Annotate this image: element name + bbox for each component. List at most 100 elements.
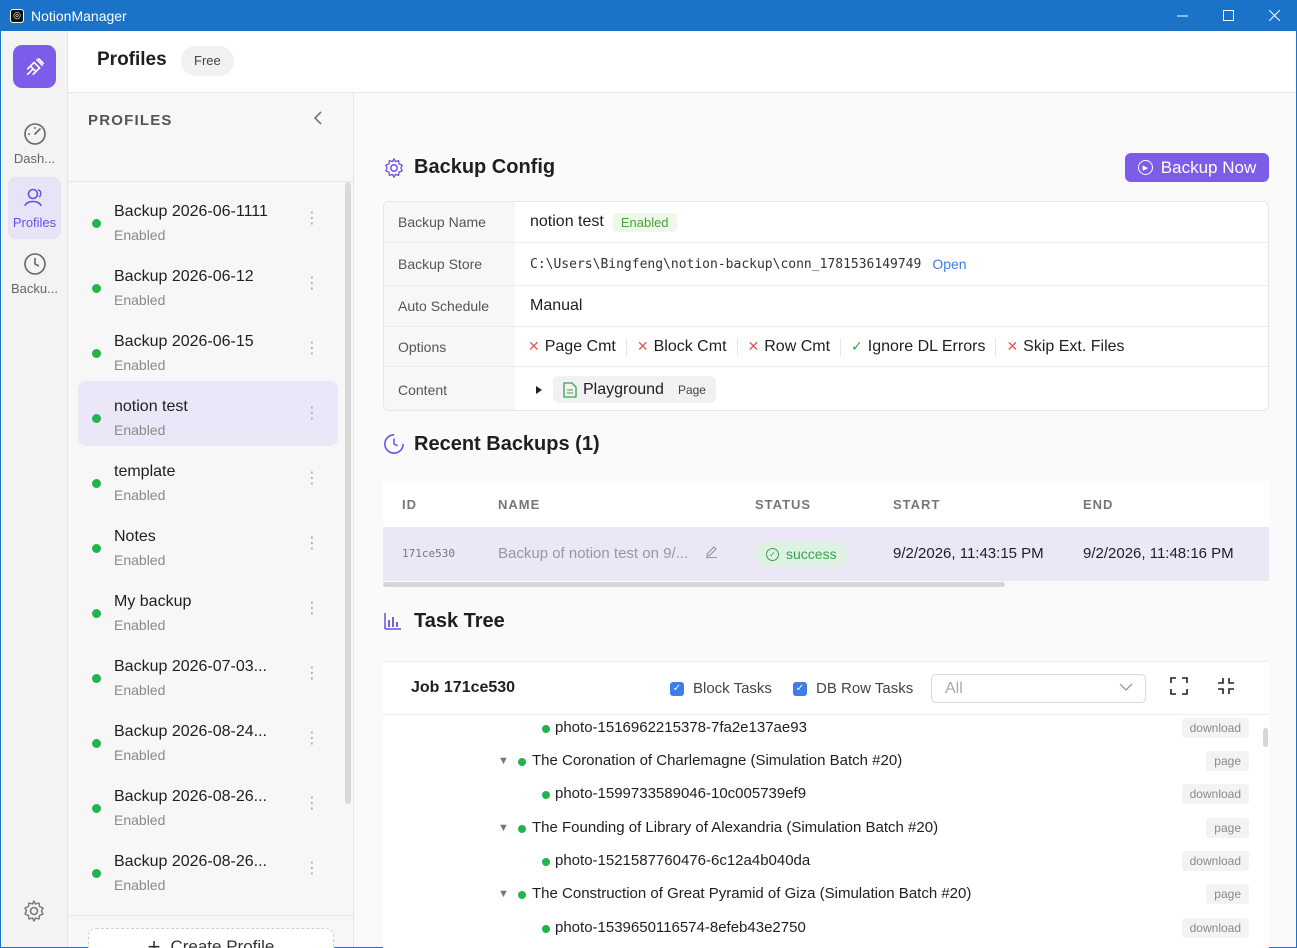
backup-config-table: Backup Name notion test Enabled Backup S… — [383, 201, 1269, 411]
block-tasks-checkbox[interactable]: ✓ Block Tasks — [670, 680, 772, 697]
maximize-button[interactable] — [1205, 0, 1251, 31]
table-row[interactable]: 171ce530 Backup of notion test on 9/... … — [383, 527, 1269, 581]
tree-node[interactable]: ▼ The Founding of Library of Alexandria … — [383, 812, 1253, 845]
status-dot — [518, 891, 526, 899]
more-menu-icon[interactable]: ⋮ — [304, 793, 320, 813]
page-title: Profiles — [97, 49, 167, 70]
tree-node-label: photo-1516962215378-7fa2e137ae93 — [555, 719, 807, 736]
profile-item[interactable]: Backup 2026-07-03... Enabled ⋮ — [78, 641, 338, 706]
profile-item-selected[interactable]: notion test Enabled ⋮ — [78, 381, 338, 446]
col-name: NAME — [498, 497, 541, 512]
profile-item[interactable]: Backup 2026-06-1111 Enabled ⋮ — [78, 186, 338, 251]
title-bar: ◎ NotionManager — [0, 0, 1297, 31]
create-profile-label: Create Profile — [170, 936, 275, 948]
collapse-icon[interactable] — [1217, 677, 1235, 695]
backup-now-button[interactable]: ▶ Backup Now — [1125, 153, 1269, 182]
more-menu-icon[interactable]: ⋮ — [304, 858, 320, 878]
tree-node[interactable]: photo-1539650116574-8efeb43e2750 downloa… — [383, 912, 1253, 945]
more-menu-icon[interactable]: ⋮ — [304, 663, 320, 683]
task-tree-scrollbar[interactable] — [1263, 728, 1268, 747]
profile-item[interactable]: Backup 2026-08-26... Enabled ⋮ — [78, 836, 338, 901]
rail-item-profiles[interactable]: Profiles — [8, 177, 61, 239]
settings-button[interactable] — [22, 899, 46, 928]
profile-name: notion test — [114, 398, 188, 415]
profiles-heading: PROFILES — [88, 112, 173, 129]
node-type-tag: page — [1206, 751, 1249, 771]
profile-name: My backup — [114, 593, 192, 610]
table-horizontal-scrollbar[interactable] — [383, 582, 1005, 587]
more-menu-icon[interactable]: ⋮ — [304, 273, 320, 293]
db-row-tasks-checkbox[interactable]: ✓ DB Row Tasks — [793, 680, 913, 697]
more-menu-icon[interactable]: ⋮ — [304, 468, 320, 488]
col-id: ID — [402, 497, 417, 512]
status-dot — [92, 544, 101, 553]
edit-pencil-icon[interactable] — [705, 545, 718, 558]
open-folder-link[interactable]: Open — [932, 256, 966, 272]
status-dot — [92, 479, 101, 488]
task-tree-title: Task Tree — [414, 610, 505, 632]
backup-store-path: C:\Users\Bingfeng\notion-backup\conn_178… — [530, 256, 922, 272]
tree-node[interactable]: ▼ The Construction of Great Pyramid of G… — [383, 878, 1253, 911]
more-menu-icon[interactable]: ⋮ — [304, 403, 320, 423]
profile-name: Backup 2026-06-1111 — [114, 203, 268, 220]
minimize-button[interactable] — [1159, 0, 1205, 31]
more-menu-icon[interactable]: ⋮ — [304, 208, 320, 228]
task-filter-select[interactable]: All — [931, 674, 1146, 703]
more-menu-icon[interactable]: ⋮ — [304, 598, 320, 618]
more-menu-icon[interactable]: ⋮ — [304, 533, 320, 553]
profile-state: Enabled — [114, 877, 166, 893]
profile-state: Enabled — [114, 812, 166, 828]
window-title: NotionManager — [31, 7, 127, 24]
caret-right-icon[interactable] — [534, 385, 544, 395]
cross-icon: ✕ — [747, 338, 760, 354]
app-logo[interactable] — [13, 45, 56, 88]
profile-item[interactable]: Backup 2026-06-12 Enabled ⋮ — [78, 251, 338, 316]
backup-end: 9/2/2026, 11:48:16 PM — [1083, 545, 1234, 562]
profile-list-scrollbar[interactable] — [345, 182, 351, 804]
chevron-down-icon — [1119, 681, 1133, 695]
content-page-chip[interactable]: Playground Page — [553, 376, 716, 403]
status-dot — [92, 219, 101, 228]
status-dot — [92, 414, 101, 423]
create-profile-button[interactable]: + Create Profile — [88, 928, 334, 948]
profile-item[interactable]: My backup Enabled ⋮ — [78, 576, 338, 641]
minimize-icon — [1176, 15, 1188, 17]
tree-node[interactable]: photo-1599733589046-10c005739ef9 downloa… — [383, 778, 1253, 811]
more-menu-icon[interactable]: ⋮ — [304, 338, 320, 358]
rail-item-backups[interactable]: Backu... — [8, 243, 61, 305]
profile-item[interactable]: Backup 2026-08-24... Enabled ⋮ — [78, 706, 338, 771]
more-menu-icon[interactable]: ⋮ — [304, 728, 320, 748]
close-button[interactable] — [1251, 0, 1297, 31]
profile-state: Enabled — [114, 357, 166, 373]
status-dot — [92, 349, 101, 358]
rail-item-dashboard[interactable]: Dash... — [8, 113, 61, 175]
triangle-down-icon[interactable]: ▼ — [498, 888, 509, 900]
profile-name: Backup 2026-06-12 — [114, 268, 254, 285]
profile-item[interactable]: Backup 2026-08-26... Enabled ⋮ — [78, 771, 338, 836]
config-row-options: Options ✕ Page Cmt ✕ Block Cmt ✕ Row Cmt ✓ I… — [384, 327, 1268, 367]
config-label: Auto Schedule — [384, 286, 515, 326]
node-type-tag: download — [1181, 784, 1249, 804]
profile-item[interactable]: template Enabled ⋮ — [78, 446, 338, 511]
tree-node[interactable]: photo-1521587760476-6c12a4b040da downloa… — [383, 845, 1253, 878]
option-label: Row Cmt — [764, 337, 831, 355]
profile-state: Enabled — [114, 227, 166, 243]
table-header: ID NAME STATUS START END — [383, 481, 1269, 527]
tree-node[interactable]: ▼ The Coronation of Charlemagne (Simulat… — [383, 745, 1253, 778]
expand-icon[interactable] — [1170, 677, 1188, 695]
recent-backups-title: Recent Backups (1) — [414, 433, 600, 455]
status-dot — [542, 925, 550, 933]
profile-name: Notes — [114, 528, 156, 545]
node-type-tag: download — [1181, 918, 1249, 938]
triangle-down-icon[interactable]: ▼ — [498, 822, 509, 834]
status-dot — [92, 869, 101, 878]
tree-node[interactable]: photo-1516962215378-7fa2e137ae93 downloa… — [383, 712, 1253, 745]
collapse-sidebar-button[interactable] — [312, 111, 324, 130]
status-dot — [542, 858, 550, 866]
profile-item[interactable]: Backup 2026-06-15 Enabled ⋮ — [78, 316, 338, 381]
profile-item[interactable]: Notes Enabled ⋮ — [78, 511, 338, 576]
sidebar-bottom-divider — [68, 915, 354, 916]
config-label: Backup Name — [384, 202, 515, 242]
triangle-down-icon[interactable]: ▼ — [498, 755, 509, 767]
node-type-tag: download — [1181, 851, 1249, 871]
